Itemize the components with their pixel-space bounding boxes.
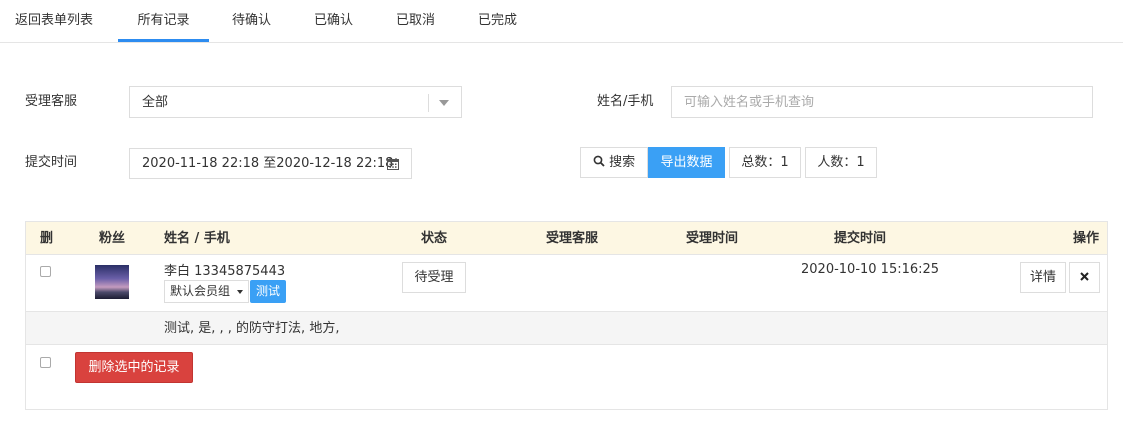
- record-detail-text: 测试, 是, , , 的防守打法, 地方,: [164, 321, 340, 336]
- status-button[interactable]: 待受理: [402, 262, 466, 293]
- th-name-phone: 姓名 / 手机: [164, 231, 230, 246]
- table-header: 删 粉丝 姓名 / 手机 状态 受理客服 受理时间 提交时间 操作: [26, 222, 1107, 255]
- detail-button[interactable]: 详情: [1020, 262, 1066, 293]
- date-range-value: 2020-11-18 22:18 至2020-12-18 22:18: [142, 156, 394, 171]
- total-count-badge: 总数：1: [729, 147, 801, 178]
- export-button[interactable]: 导出数据: [648, 147, 725, 178]
- tab-back-to-forms[interactable]: 返回表单列表: [15, 0, 93, 42]
- select-all-checkbox[interactable]: [40, 357, 51, 368]
- name-filter-label: 姓名/手机: [597, 94, 654, 109]
- th-submit-time: 提交时间: [834, 231, 887, 246]
- search-button[interactable]: 搜索: [580, 147, 648, 178]
- th-fan: 粉丝: [99, 231, 126, 246]
- member-group-dropdown[interactable]: 默认会员组: [164, 280, 249, 303]
- th-handle-time: 受理时间: [686, 231, 739, 246]
- agent-select-value: 全部: [142, 95, 169, 110]
- name-phone-input[interactable]: [671, 86, 1093, 118]
- tab-pending[interactable]: 待确认: [232, 0, 271, 42]
- time-filter-label: 提交时间: [25, 155, 78, 170]
- row-checkbox[interactable]: [40, 266, 51, 277]
- delete-selected-button[interactable]: 删除选中的记录: [75, 352, 193, 383]
- calendar-icon: [387, 158, 399, 170]
- tab-all-records[interactable]: 所有记录: [118, 0, 209, 42]
- agent-select[interactable]: 全部: [129, 86, 462, 118]
- search-button-label: 搜索: [609, 155, 636, 170]
- close-icon: [1080, 272, 1089, 281]
- caret-down-icon: [236, 289, 243, 294]
- name-phone-text: 李白 13345875443: [164, 264, 286, 279]
- tab-bar: 返回表单列表 所有记录 待确认 已确认 已取消 已完成: [0, 0, 1123, 43]
- user-tag: 测试: [250, 280, 287, 303]
- th-agent: 受理客服: [546, 231, 599, 246]
- date-range-picker[interactable]: 2020-11-18 22:18 至2020-12-18 22:18: [129, 148, 412, 179]
- tab-completed[interactable]: 已完成: [478, 0, 517, 42]
- caret-down-icon: [439, 100, 449, 106]
- records-table: 删 粉丝 姓名 / 手机 状态 受理客服 受理时间 提交时间 操作 李白 133…: [25, 221, 1108, 410]
- agent-filter-label: 受理客服: [25, 94, 78, 109]
- delete-row-button[interactable]: [1069, 262, 1100, 293]
- tab-confirmed[interactable]: 已确认: [314, 0, 353, 42]
- select-divider: [428, 94, 429, 112]
- search-icon: [593, 155, 605, 167]
- record-detail-row: 测试, 是, , , 的防守打法, 地方,: [26, 311, 1107, 345]
- people-count-badge: 人数：1: [805, 147, 877, 178]
- th-status: 状态: [421, 231, 448, 246]
- th-delete: 删: [40, 231, 54, 246]
- member-group-label: 默认会员组: [170, 284, 231, 298]
- avatar: [95, 265, 129, 299]
- th-actions: 操作: [1073, 231, 1100, 246]
- submit-time-text: 2020-10-10 15:16:25: [801, 262, 940, 277]
- tab-cancelled[interactable]: 已取消: [396, 0, 435, 42]
